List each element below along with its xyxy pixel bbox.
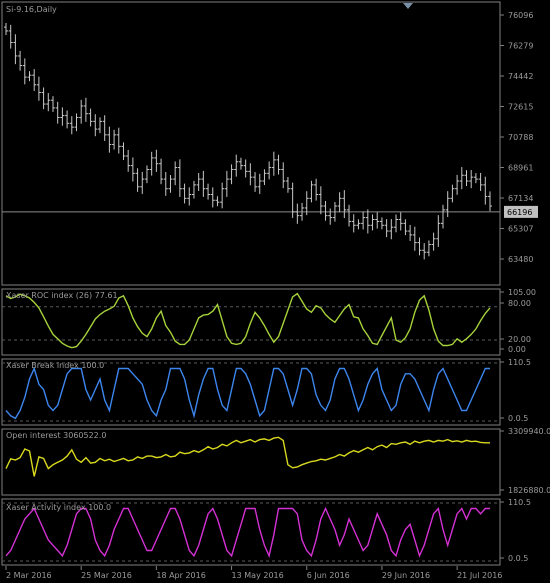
price-tick-label: 65307 xyxy=(508,225,533,234)
date-tick-label: 29 Jun 2016 xyxy=(382,571,430,580)
price-tick-label: 68961 xyxy=(508,164,533,173)
axis-tick-label: 20.00 xyxy=(508,335,531,344)
axis-tick-label: 3309940.0 xyxy=(508,427,550,436)
axis-tick-label: 0.0.5 xyxy=(508,554,528,563)
axis-tick-label: 110.5 xyxy=(508,358,531,367)
roc-index-title: Xaser ROC index (26) 77.61 xyxy=(6,291,118,300)
price-pane-title: Si-9.16,Daily xyxy=(6,5,57,14)
axis-tick-label: 0.00 xyxy=(508,345,526,354)
price-tick-label: 70788 xyxy=(508,133,533,142)
price-tick-label: 74442 xyxy=(508,72,533,81)
axis-tick-label: 80.00 xyxy=(508,299,531,308)
price-tick-label: 76279 xyxy=(508,42,533,51)
date-tick-label: 18 Apr 2016 xyxy=(156,571,205,580)
date-tick-label: 6 Jun 2016 xyxy=(307,571,350,580)
axis-tick-label: 1826880.0 xyxy=(508,486,550,495)
activity-index-title: Xaser Activity index 100.0 xyxy=(6,503,111,512)
price-tick-label: 63480 xyxy=(508,255,533,264)
open-interest-title: Open interest 3060522.0 xyxy=(6,431,106,440)
date-tick-label: 2 Mar 2016 xyxy=(6,571,52,580)
price-tick-label: 76096 xyxy=(508,11,533,20)
chart-canvas: Si-9.16,Daily 76096 76279 74442 72615 70788 6… xyxy=(0,0,550,583)
date-tick-label: 25 Mar 2016 xyxy=(81,571,132,580)
axis-tick-label: 0.0.5 xyxy=(508,414,528,423)
current-price-label: 66196 xyxy=(507,208,532,217)
axis-tick-label: 105.00 xyxy=(508,288,536,297)
date-tick-label: 21 Jul 2016 xyxy=(457,571,502,580)
date-tick-label: 13 May 2016 xyxy=(232,571,284,580)
price-tick-label: 72615 xyxy=(508,103,533,112)
price-tick-label: 67134 xyxy=(508,194,533,203)
axis-tick-label: 110.5 xyxy=(508,498,531,507)
break-index-title: Xaser Break index 100.0 xyxy=(6,361,104,370)
